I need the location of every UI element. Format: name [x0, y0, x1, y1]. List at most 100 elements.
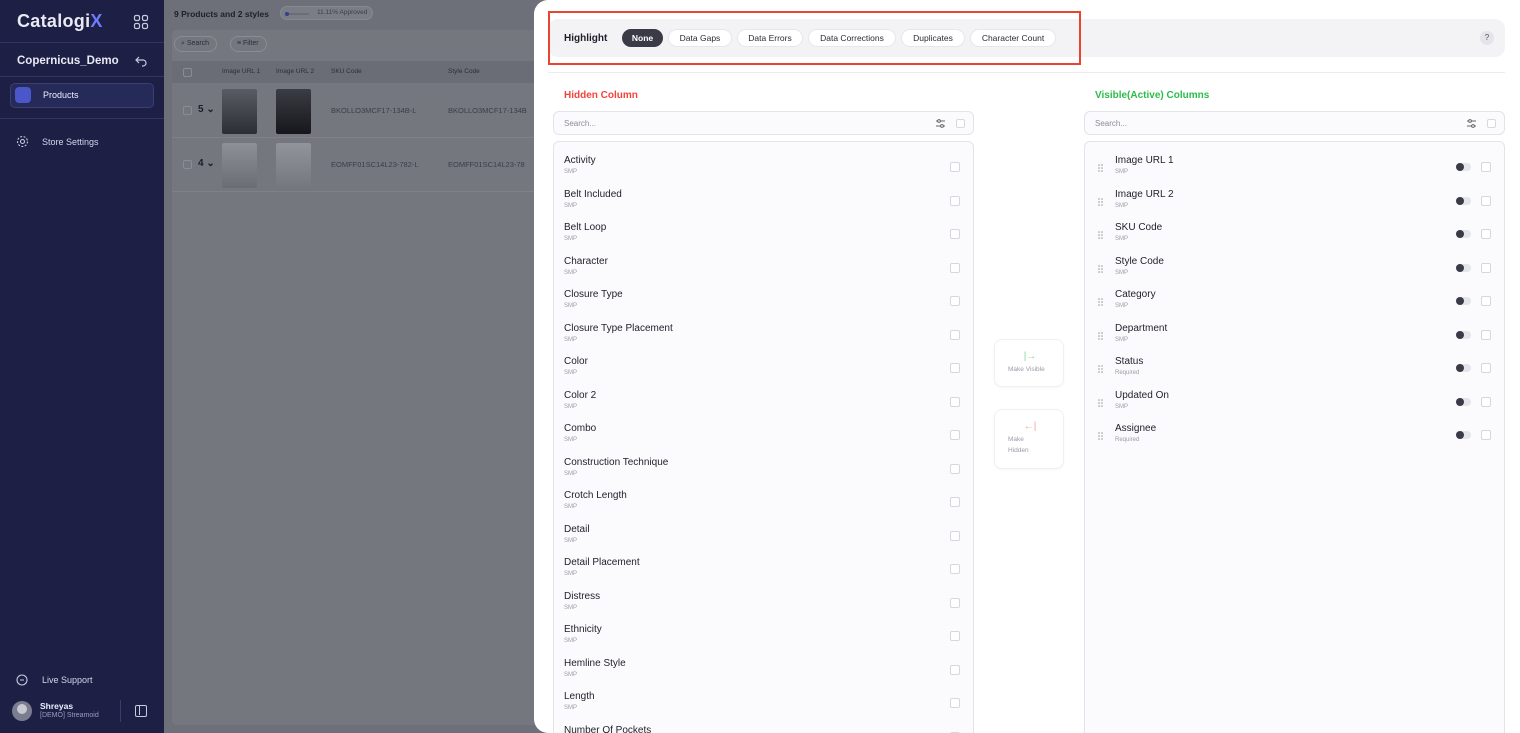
column-checkbox[interactable] [950, 564, 960, 574]
column-checkbox[interactable] [950, 597, 960, 608]
list-item[interactable]: Hemline Style SMP [554, 649, 973, 682]
list-item[interactable]: Belt Loop SMP [554, 213, 973, 246]
column-checkbox[interactable] [1481, 430, 1491, 440]
drag-handle-icon[interactable] [1098, 398, 1103, 407]
visibility-toggle[interactable] [1456, 196, 1471, 205]
list-item[interactable]: Ethnicity SMP [554, 615, 973, 648]
row-checkbox[interactable] [183, 160, 192, 169]
list-item[interactable]: Combo SMP [554, 414, 973, 447]
visibility-toggle[interactable] [1456, 330, 1471, 339]
visibility-toggle[interactable] [1456, 163, 1471, 171]
column-checkbox[interactable] [950, 530, 960, 541]
filter-settings-icon[interactable] [1466, 118, 1477, 129]
sidebar-item-products[interactable]: Products [10, 83, 154, 108]
list-item[interactable]: Color 2 SMP [554, 381, 973, 414]
column-checkbox[interactable] [1481, 396, 1491, 407]
apps-grid-icon[interactable] [133, 14, 149, 30]
column-checkbox[interactable] [950, 262, 960, 273]
column-checkbox[interactable] [950, 229, 960, 239]
list-item[interactable]: Construction Technique SMP [554, 448, 973, 481]
list-item[interactable]: Detail SMP [554, 515, 973, 548]
list-item[interactable]: SKU Code SMP [1085, 213, 1504, 246]
list-item[interactable]: Number Of Pockets [554, 716, 973, 733]
column-checkbox[interactable] [950, 396, 960, 407]
column-checkbox[interactable] [950, 698, 960, 708]
drag-handle-icon[interactable] [1098, 197, 1103, 206]
collapse-sidebar-icon[interactable] [135, 705, 147, 717]
drag-handle-icon[interactable] [1098, 264, 1103, 273]
filter-button[interactable]: ≡ Filter [230, 36, 267, 52]
select-all-hidden-checkbox[interactable] [956, 119, 965, 128]
filter-settings-icon[interactable] [935, 118, 946, 129]
drag-handle-icon[interactable] [1098, 331, 1103, 340]
list-item[interactable]: Closure Type SMP [554, 280, 973, 313]
column-checkbox[interactable] [1481, 363, 1491, 373]
column-header[interactable]: SKU Code [331, 68, 362, 75]
list-item[interactable]: Activity SMP [554, 146, 973, 179]
list-item[interactable]: Category SMP [1085, 280, 1504, 313]
drag-handle-icon[interactable] [1098, 432, 1103, 440]
table-row[interactable]: 5 ⌄ BKOLLO3MCF17-134B-L BKOLLO3MCF17-134… [172, 84, 540, 138]
list-item[interactable]: Closure Type Placement SMP [554, 314, 973, 347]
column-checkbox[interactable] [950, 329, 960, 340]
search-button[interactable]: ⌕ Search [174, 36, 218, 52]
switch-workspace-icon[interactable] [134, 54, 148, 68]
list-item[interactable]: Status Required [1085, 347, 1504, 380]
list-item[interactable]: Color SMP [554, 347, 973, 380]
visibility-toggle[interactable] [1456, 297, 1471, 305]
drag-handle-icon[interactable] [1098, 365, 1103, 373]
help-button[interactable]: ? [1480, 31, 1494, 45]
avatar[interactable] [12, 701, 32, 721]
list-item[interactable]: Character SMP [554, 247, 973, 280]
column-checkbox[interactable] [950, 430, 960, 440]
variant-count[interactable]: 5 ⌄ [198, 104, 215, 115]
visibility-toggle[interactable] [1456, 230, 1471, 238]
column-checkbox[interactable] [950, 296, 960, 306]
list-item[interactable]: Image URL 1 SMP [1085, 146, 1504, 179]
select-all-checkbox[interactable] [183, 68, 192, 77]
column-checkbox[interactable] [950, 363, 960, 373]
variant-count[interactable]: 4 ⌄ [198, 158, 215, 169]
list-item[interactable]: Department SMP [1085, 314, 1504, 347]
column-checkbox[interactable] [1481, 229, 1491, 239]
visibility-toggle[interactable] [1456, 397, 1471, 406]
table-row[interactable]: 4 ⌄ EOMFF01SC14L23-782-L EOMFF01SC14L23-… [172, 138, 540, 192]
column-header[interactable]: Style Code [448, 68, 480, 75]
column-checkbox[interactable] [950, 497, 960, 507]
list-item[interactable]: Updated On SMP [1085, 381, 1504, 414]
list-item[interactable]: Assignee Required [1085, 414, 1504, 447]
make-visible-button[interactable]: |→ Make Visible [994, 339, 1064, 387]
list-item[interactable]: Distress SMP [554, 582, 973, 615]
list-item[interactable]: Style Code SMP [1085, 247, 1504, 280]
list-item[interactable]: Image URL 2 SMP [1085, 180, 1504, 213]
column-checkbox[interactable] [1481, 329, 1491, 340]
make-hidden-button[interactable]: ←| Make Hidden [994, 409, 1064, 469]
drag-handle-icon[interactable] [1098, 298, 1103, 306]
row-checkbox[interactable] [183, 106, 192, 115]
column-checkbox[interactable] [950, 664, 960, 675]
column-checkbox[interactable] [950, 463, 960, 474]
select-all-visible-checkbox[interactable] [1487, 119, 1496, 128]
visibility-toggle[interactable] [1456, 431, 1471, 439]
drag-handle-icon[interactable] [1098, 231, 1103, 239]
column-checkbox[interactable] [950, 162, 960, 172]
list-item[interactable]: Detail Placement SMP [554, 548, 973, 581]
list-item[interactable]: Belt Included SMP [554, 180, 973, 213]
column-header[interactable]: Image URL 2 [276, 68, 314, 75]
visible-columns-search[interactable]: Search... [1084, 111, 1505, 135]
column-checkbox[interactable] [950, 195, 960, 206]
hidden-columns-search[interactable]: Search... [553, 111, 974, 135]
list-item[interactable]: Crotch Length SMP [554, 481, 973, 514]
column-checkbox[interactable] [1481, 262, 1491, 273]
column-header[interactable]: Image URL 1 [222, 68, 260, 75]
list-item[interactable]: Length SMP [554, 682, 973, 715]
column-checkbox[interactable] [1481, 195, 1491, 206]
app-logo[interactable]: CatalogiX [17, 11, 103, 32]
drag-handle-icon[interactable] [1098, 164, 1103, 172]
workspace-name[interactable]: Copernicus_Demo [17, 55, 119, 67]
column-checkbox[interactable] [1481, 162, 1491, 172]
column-checkbox[interactable] [1481, 296, 1491, 306]
column-checkbox[interactable] [950, 631, 960, 641]
visibility-toggle[interactable] [1456, 364, 1471, 372]
visibility-toggle[interactable] [1456, 263, 1471, 272]
